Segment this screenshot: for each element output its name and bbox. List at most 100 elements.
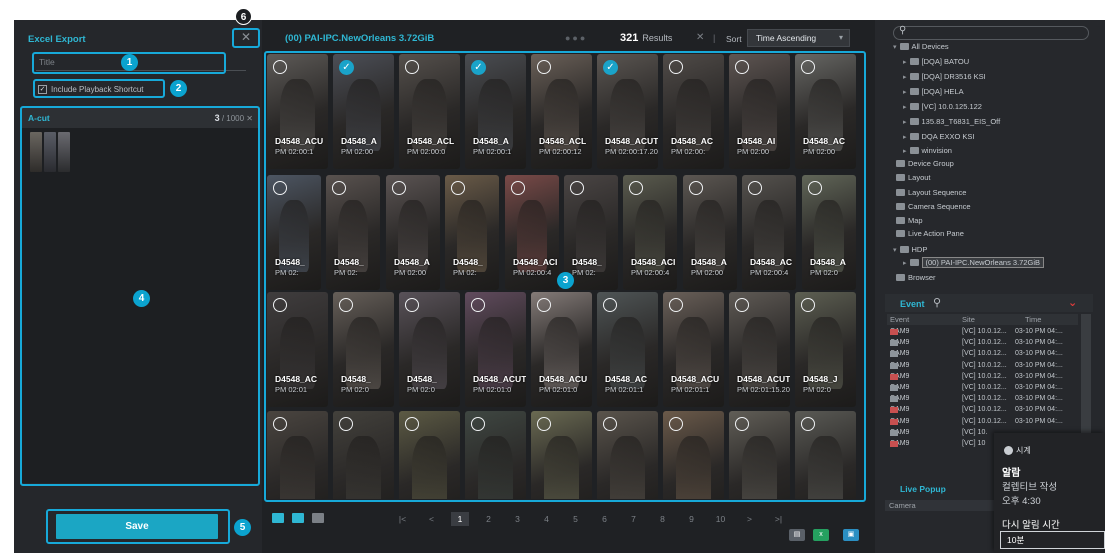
- result-tile[interactable]: D4548_AC PM 02:01:1: [597, 292, 658, 407]
- select-circle-icon[interactable]: [511, 181, 525, 195]
- select-circle-icon[interactable]: [405, 417, 419, 431]
- result-tile[interactable]: D4548_AC PM 02:00:4: [742, 175, 796, 290]
- acut-thumbnail[interactable]: [44, 132, 56, 172]
- tree-item[interactable]: ▸ [DQA] DR3516 KSI: [903, 70, 986, 84]
- tree-arrow-icon[interactable]: ▾: [893, 44, 897, 51]
- result-tile[interactable]: D4548_ PM 02:0: [399, 292, 460, 407]
- select-circle-icon[interactable]: [405, 298, 419, 312]
- page-number[interactable]: 3: [503, 512, 532, 526]
- next-page-button[interactable]: >: [735, 512, 764, 526]
- selected-check-icon[interactable]: ✓: [471, 60, 486, 75]
- result-tile[interactable]: [729, 411, 790, 499]
- tree-item[interactable]: ▸ winvision: [903, 144, 952, 158]
- close-icon[interactable]: ✕: [238, 30, 254, 44]
- tree-arrow-icon[interactable]: ▸: [903, 74, 907, 81]
- select-circle-icon[interactable]: [570, 181, 584, 195]
- result-tile[interactable]: D4548_AC PM 02:01: [267, 292, 328, 407]
- tree-item[interactable]: ▸ (00) PAI-IPC.NewOrleans 3.72GiB: [903, 256, 1045, 270]
- result-tile[interactable]: D4548_ACU PM 02:01:1: [663, 292, 724, 407]
- result-tile[interactable]: D4548_ PM 02:: [564, 175, 618, 290]
- result-tile[interactable]: D4548_A PM 02:00: [683, 175, 737, 290]
- select-circle-icon[interactable]: [339, 417, 353, 431]
- column-time[interactable]: Time: [1025, 315, 1041, 324]
- select-circle-icon[interactable]: [273, 181, 287, 195]
- result-tile[interactable]: D4548_ACUT PM 02:01:15.20: [729, 292, 790, 407]
- collapse-icon[interactable]: ⌄: [1068, 296, 1077, 309]
- select-circle-icon[interactable]: [801, 60, 815, 74]
- event-search-icon[interactable]: ⚲: [933, 296, 941, 309]
- device-search-input[interactable]: ⚲: [893, 25, 1089, 40]
- tree-arrow-icon[interactable]: ▸: [903, 119, 907, 126]
- result-tile[interactable]: D4548_A PM 02:00: [386, 175, 440, 290]
- page-number[interactable]: 1: [451, 512, 469, 526]
- capture-icon[interactable]: ▣: [843, 529, 859, 541]
- result-tile[interactable]: [795, 411, 856, 499]
- select-circle-icon[interactable]: [451, 181, 465, 195]
- select-circle-icon[interactable]: [339, 298, 353, 312]
- event-row[interactable]: CAM9 [VC] 10.0.12... 03-10 PM 04:...: [887, 405, 1078, 416]
- select-circle-icon[interactable]: [735, 417, 749, 431]
- tree-item[interactable]: Layout: [893, 171, 931, 185]
- list-view-icon[interactable]: [272, 513, 284, 523]
- result-tile[interactable]: ✓ D4548_A PM 02:00: [333, 54, 394, 169]
- select-circle-icon[interactable]: [801, 417, 815, 431]
- tree-item[interactable]: ▾ HDP: [893, 243, 927, 257]
- tree-arrow-icon[interactable]: ▸: [903, 260, 907, 267]
- result-tile[interactable]: D4548_ PM 02:: [445, 175, 499, 290]
- event-row[interactable]: CAM9 [VC] 10.0.12... 03-10 PM 04:...: [887, 417, 1078, 428]
- select-circle-icon[interactable]: [808, 181, 822, 195]
- select-circle-icon[interactable]: [735, 298, 749, 312]
- result-tile[interactable]: D4548_AC PM 02:00:: [663, 54, 724, 169]
- first-page-button[interactable]: |<: [388, 512, 417, 526]
- result-tile[interactable]: D4548_J PM 02:0: [795, 292, 856, 407]
- result-tile[interactable]: D4548_ACUT PM 02:01:0: [465, 292, 526, 407]
- select-circle-icon[interactable]: [471, 298, 485, 312]
- page-number[interactable]: 6: [590, 512, 619, 526]
- event-row[interactable]: CAM9 [VC] 10.0.12... 03-10 PM 04:...: [887, 338, 1078, 349]
- select-circle-icon[interactable]: [735, 60, 749, 74]
- page-number[interactable]: 5: [561, 512, 590, 526]
- selected-check-icon[interactable]: ✓: [339, 60, 354, 75]
- tree-item[interactable]: ▸ [DQA] BATOU: [903, 55, 969, 69]
- event-row[interactable]: CAM9 [VC] 10.0.12... 03-10 PM 04:...: [887, 327, 1078, 338]
- select-circle-icon[interactable]: [405, 60, 419, 74]
- event-row[interactable]: CAM9 [VC] 10.0.12... 03-10 PM 04:...: [887, 383, 1078, 394]
- result-tile[interactable]: D4548_ACI PM 02:00:4: [623, 175, 677, 290]
- page-number[interactable]: 9: [677, 512, 706, 526]
- result-tile[interactable]: D4548_AC PM 02:00: [795, 54, 856, 169]
- select-circle-icon[interactable]: [392, 181, 406, 195]
- result-tile[interactable]: [465, 411, 526, 499]
- tree-arrow-icon[interactable]: ▸: [903, 89, 907, 96]
- result-tile[interactable]: ✓ D4548_ACUT PM 02:00:17.20: [597, 54, 658, 169]
- title-input[interactable]: Title: [36, 57, 246, 71]
- column-site[interactable]: Site: [962, 315, 975, 324]
- select-circle-icon[interactable]: [629, 181, 643, 195]
- result-tile[interactable]: D4548_ACU PM 02:00:1: [267, 54, 328, 169]
- include-playback-shortcut-checkbox[interactable]: ✓ Include Playback Shortcut: [38, 83, 144, 95]
- column-event[interactable]: Event: [890, 315, 909, 324]
- select-circle-icon[interactable]: [537, 298, 551, 312]
- prev-page-button[interactable]: <: [417, 512, 446, 526]
- page-number[interactable]: 10: [706, 512, 735, 526]
- result-tile[interactable]: D4548_ PM 02:: [326, 175, 380, 290]
- select-circle-icon[interactable]: [801, 298, 815, 312]
- result-tile[interactable]: [531, 411, 592, 499]
- select-circle-icon[interactable]: [669, 60, 683, 74]
- result-tile[interactable]: [663, 411, 724, 499]
- select-circle-icon[interactable]: [471, 417, 485, 431]
- event-row[interactable]: CAM9 [VC] 10.0.12... 03-10 PM 04:...: [887, 372, 1078, 383]
- result-tile[interactable]: D4548_ACL PM 02:00:0: [399, 54, 460, 169]
- live-popup-column-camera[interactable]: Camera: [885, 500, 995, 511]
- tree-item[interactable]: ▸ [VC] 10.0.125.122: [903, 100, 982, 114]
- page-number[interactable]: 4: [532, 512, 561, 526]
- result-tile[interactable]: [267, 411, 328, 499]
- tree-item[interactable]: Device Group: [893, 157, 954, 171]
- select-circle-icon[interactable]: [669, 298, 683, 312]
- select-circle-icon[interactable]: [273, 417, 287, 431]
- result-tile[interactable]: D4548_ACL PM 02:00:12: [531, 54, 592, 169]
- snooze-select[interactable]: 10분: [1000, 531, 1105, 549]
- tree-item[interactable]: Map: [893, 214, 923, 228]
- event-row[interactable]: CAM9 [VC] 10.0.12... 03-10 PM 04:...: [887, 394, 1078, 405]
- tree-item[interactable]: ▸ DQA EXXO KSI: [903, 130, 974, 144]
- result-tile[interactable]: ✓ D4548_A PM 02:00:1: [465, 54, 526, 169]
